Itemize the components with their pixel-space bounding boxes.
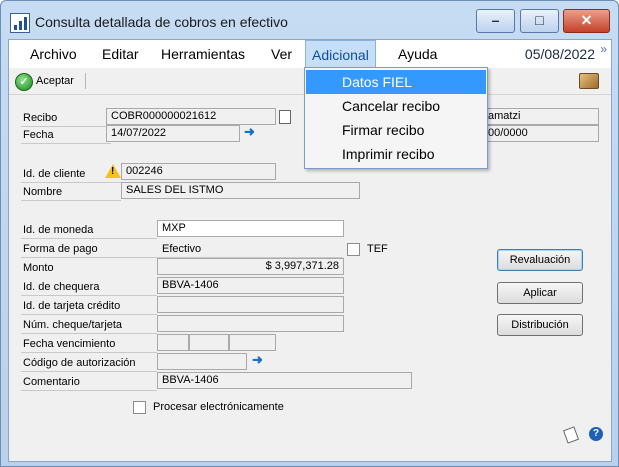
divider bbox=[21, 390, 157, 391]
close-button[interactable]: ✕ bbox=[563, 9, 610, 33]
warning-icon: ! bbox=[105, 164, 121, 178]
nombre-label: Nombre bbox=[23, 186, 63, 198]
procesar-checkbox[interactable] bbox=[133, 401, 146, 414]
help-icon[interactable]: ? bbox=[589, 427, 603, 441]
cliente-label: Id. de cliente bbox=[23, 168, 86, 180]
chequera-field: BBVA-1406 bbox=[157, 277, 344, 294]
close-icon: ✕ bbox=[580, 12, 593, 28]
menu-imprimir-recibo[interactable]: Imprimir recibo bbox=[306, 142, 486, 166]
maximize-icon: □ bbox=[535, 12, 544, 28]
divider bbox=[21, 352, 157, 353]
document-icon[interactable] bbox=[279, 110, 291, 124]
menu-adicional[interactable]: Adicional bbox=[305, 40, 376, 70]
divider bbox=[21, 143, 111, 144]
accept-button[interactable]: Aceptar bbox=[36, 75, 74, 87]
menu-editar[interactable]: Editar bbox=[102, 46, 139, 62]
moneda-label: Id. de moneda bbox=[23, 224, 94, 236]
autorizacion-field bbox=[157, 353, 247, 370]
fecha-field[interactable]: 14/07/2022 bbox=[106, 125, 240, 142]
menu-archivo[interactable]: Archivo bbox=[30, 46, 77, 62]
system-date: 05/08/2022 bbox=[524, 46, 595, 62]
vencimiento-day bbox=[157, 334, 189, 351]
tef-label: TEF bbox=[367, 243, 388, 255]
tarjeta-field bbox=[157, 296, 344, 313]
forma-label: Forma de pago bbox=[23, 243, 98, 255]
hand-icon[interactable] bbox=[579, 73, 599, 89]
divider bbox=[21, 371, 157, 372]
autorizacion-label: Código de autorización bbox=[23, 357, 136, 369]
menu-datos-fiel[interactable]: Datos FIEL bbox=[306, 70, 486, 94]
tarjeta-label: Id. de tarjeta crédito bbox=[23, 300, 121, 312]
monto-field: $ 3,997,371.28 bbox=[157, 258, 344, 275]
comentario-label: Comentario bbox=[23, 376, 80, 388]
menu-firmar-recibo[interactable]: Firmar recibo bbox=[306, 118, 486, 142]
window-title: Consulta detallada de cobros en efectivo bbox=[35, 14, 288, 30]
adicional-dropdown-menu: Datos FIEL Cancelar recibo Firmar recibo… bbox=[304, 67, 488, 169]
divider bbox=[21, 238, 157, 239]
menu-bar: Archivo Editar Herramientas Ver Adiciona… bbox=[9, 40, 611, 70]
app-chart-icon bbox=[10, 13, 30, 33]
note-icon[interactable] bbox=[562, 426, 580, 444]
vencimiento-month bbox=[189, 334, 229, 351]
check-icon[interactable]: ✓ bbox=[15, 73, 33, 91]
recibo-label: Recibo bbox=[23, 112, 58, 124]
chequera-label: Id. de chequera bbox=[23, 281, 100, 293]
distribucion-button[interactable]: Distribución bbox=[497, 314, 583, 336]
menu-cancelar-recibo[interactable]: Cancelar recibo bbox=[306, 94, 486, 118]
comentario-field: BBVA-1406 bbox=[157, 372, 412, 389]
arrow-right-icon[interactable]: ➜ bbox=[244, 124, 255, 140]
divider bbox=[21, 314, 157, 315]
fecha-label: Fecha bbox=[23, 129, 54, 141]
cliente-field[interactable]: 002246 bbox=[121, 163, 276, 180]
vencimiento-label: Fecha vencimiento bbox=[23, 338, 116, 350]
minimize-icon: – bbox=[491, 12, 500, 28]
window: Consulta detallada de cobros en efectivo… bbox=[0, 0, 619, 467]
recibo-field[interactable]: COBR000000021612 bbox=[106, 108, 276, 125]
menu-ayuda[interactable]: Ayuda bbox=[398, 46, 437, 62]
arrow-right-icon[interactable]: ➜ bbox=[252, 352, 263, 368]
menu-herramientas[interactable]: Herramientas bbox=[161, 46, 245, 62]
period-field: 00/0000 bbox=[483, 125, 599, 142]
nombre-field: SALES DEL ISTMO bbox=[121, 182, 360, 199]
cheque-field bbox=[157, 315, 344, 332]
cheque-label: Núm. cheque/tarjeta bbox=[23, 319, 123, 331]
divider bbox=[21, 295, 157, 296]
maximize-button[interactable]: □ bbox=[520, 9, 559, 33]
revaluacion-button[interactable]: Revaluación bbox=[497, 249, 583, 271]
menu-ver[interactable]: Ver bbox=[271, 46, 292, 62]
vencimiento-year bbox=[229, 334, 276, 351]
divider bbox=[21, 200, 121, 201]
aplicar-button[interactable]: Aplicar bbox=[497, 282, 583, 304]
forma-value: Efectivo bbox=[162, 243, 202, 255]
moneda-field[interactable]: MXP bbox=[157, 220, 344, 237]
title-bar[interactable]: Consulta detallada de cobros en efectivo… bbox=[1, 1, 618, 39]
divider bbox=[21, 333, 157, 334]
overflow-chevron-icon[interactable]: » bbox=[600, 42, 607, 56]
user-field: amatzi bbox=[483, 108, 599, 125]
minimize-button[interactable]: – bbox=[476, 9, 515, 33]
tef-checkbox[interactable] bbox=[347, 243, 360, 256]
toolbar-separator bbox=[85, 73, 86, 89]
divider bbox=[21, 182, 121, 183]
monto-label: Monto bbox=[23, 262, 54, 274]
procesar-label: Procesar electrónicamente bbox=[153, 401, 284, 413]
